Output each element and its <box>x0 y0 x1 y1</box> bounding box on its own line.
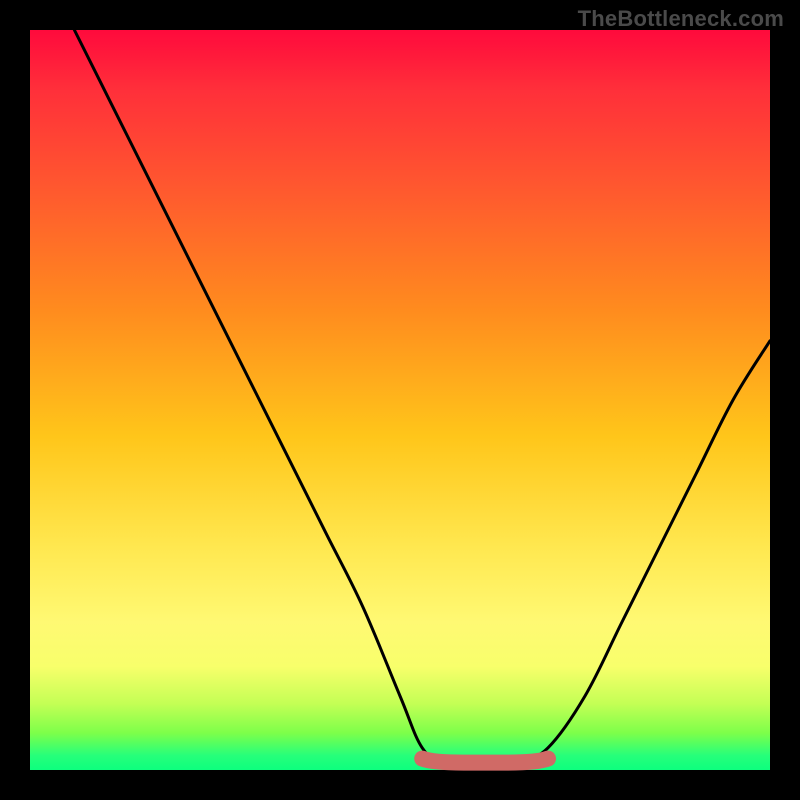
plot-area <box>30 30 770 770</box>
flat-region-highlight <box>422 759 548 763</box>
chart-frame: TheBottleneck.com <box>0 0 800 800</box>
bottleneck-curve-svg <box>30 30 770 770</box>
watermark-text: TheBottleneck.com <box>578 6 784 32</box>
bottleneck-curve <box>74 30 770 771</box>
